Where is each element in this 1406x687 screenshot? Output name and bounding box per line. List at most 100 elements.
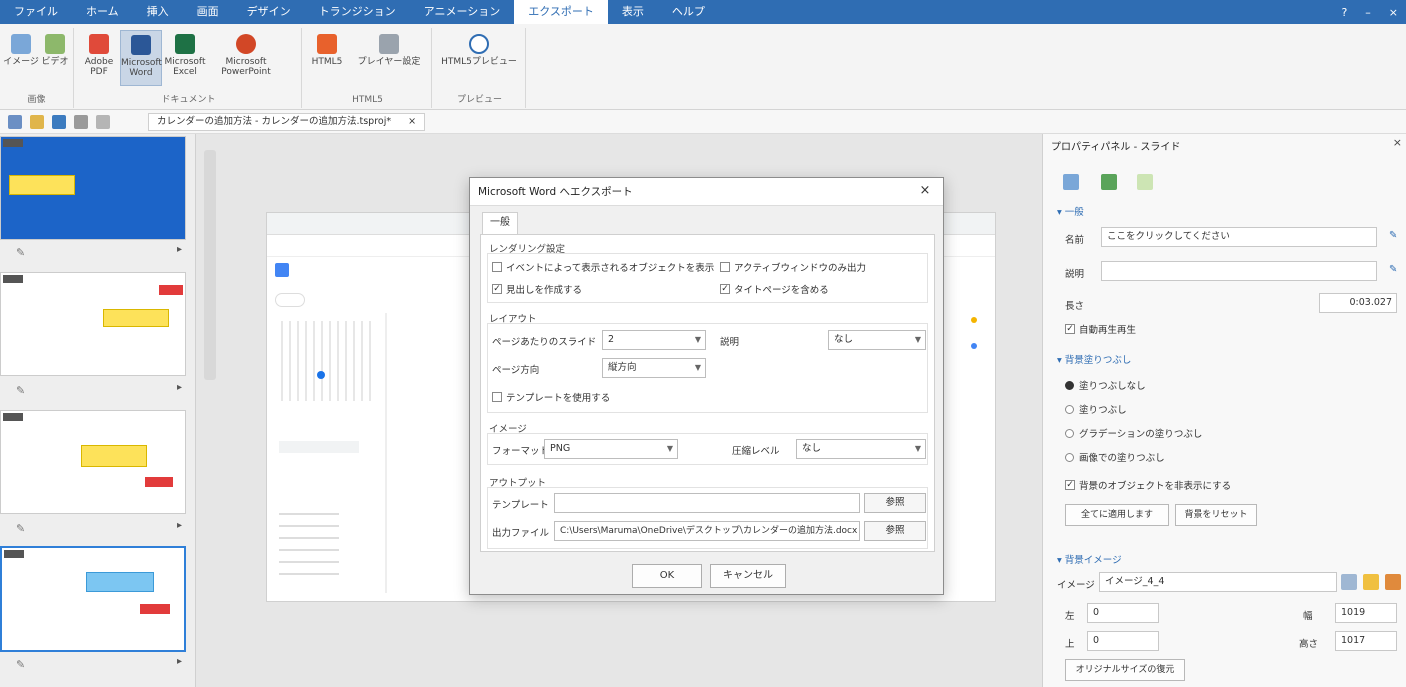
edit-icon[interactable]: ✎ (16, 246, 25, 259)
image-name-input[interactable]: イメージ_4_4 (1099, 572, 1337, 592)
background-image-header[interactable]: ▾ 背景イメージ (1057, 552, 1122, 566)
export-video-button[interactable]: ビデオ (34, 30, 76, 86)
background-properties-icon[interactable] (1101, 174, 1117, 190)
ok-button[interactable]: OK (632, 564, 702, 588)
active-window-only-checkbox[interactable]: アクティブウィンドウのみ出力 (720, 260, 866, 274)
redo-icon[interactable] (96, 114, 110, 129)
menu-tab-help[interactable]: ヘルプ (658, 0, 719, 24)
document-tab[interactable]: カレンダーの追加方法 - カレンダーの追加方法.tsproj* × (148, 113, 426, 131)
export-word-button[interactable]: Microsoft Word (120, 30, 162, 86)
menu-tab-design[interactable]: デザイン (233, 0, 305, 24)
orientation-select[interactable]: 縦方向 ▼ (602, 358, 706, 378)
restore-original-size-button[interactable]: オリジナルサイズの復元 (1065, 659, 1185, 681)
height-stepper[interactable]: 1017 (1335, 631, 1397, 651)
reset-background-button[interactable]: 背景をリセット (1175, 504, 1257, 526)
menu-tab-view[interactable]: 表示 (608, 0, 658, 24)
edit-icon[interactable]: ✎ (16, 658, 25, 671)
image-open-folder-icon[interactable] (1363, 574, 1379, 590)
export-powerpoint-button[interactable]: Microsoft PowerPoint (216, 30, 276, 86)
use-template-checkbox[interactable]: テンプレートを使用する (492, 390, 610, 404)
close-window-icon[interactable]: × (1389, 6, 1398, 19)
expand-arrow-icon[interactable]: ▸ (177, 382, 182, 393)
width-stepper[interactable]: 1019 (1335, 603, 1397, 623)
export-excel-button[interactable]: Microsoft Excel (164, 30, 206, 86)
edit-icon[interactable]: ✎ (16, 522, 25, 535)
export-html5-button[interactable]: HTML5 (306, 30, 348, 86)
video-icon (45, 34, 65, 54)
expand-arrow-icon[interactable]: ▸ (177, 244, 182, 255)
compression-select[interactable]: なし ▼ (796, 439, 926, 459)
canvas-scrollbar[interactable] (204, 150, 216, 380)
document-tab-close-icon[interactable]: × (408, 116, 416, 127)
side-icon (971, 317, 977, 323)
layout-properties-icon[interactable] (1137, 174, 1153, 190)
help-icon[interactable]: ? (1341, 6, 1347, 19)
template-path-input[interactable] (554, 493, 860, 513)
export-pdf-button[interactable]: Adobe PDF (78, 30, 120, 86)
duration-stepper[interactable]: 0:03.027 (1319, 293, 1397, 313)
properties-close-icon[interactable]: × (1393, 136, 1402, 149)
image-remove-icon[interactable] (1385, 574, 1401, 590)
word-icon (131, 35, 151, 55)
image-edit-icon[interactable] (1341, 574, 1357, 590)
dialog-close-icon[interactable]: × (917, 184, 933, 200)
slide-thumbnail[interactable] (0, 272, 186, 376)
html5-preview-button[interactable]: HTML5プレビュー (438, 30, 520, 86)
slide-thumbnail[interactable] (0, 410, 186, 514)
orientation-label: ページ方向 (492, 365, 540, 376)
notes-select[interactable]: なし ▼ (828, 330, 926, 350)
top-stepper[interactable]: 0 (1087, 631, 1159, 651)
hide-background-objects-checkbox[interactable]: ✓ 背景のオブジェクトを非表示にする (1065, 478, 1231, 492)
tab-general[interactable]: 一般 (482, 212, 518, 234)
checkbox-box-checked: ✓ (1065, 324, 1075, 334)
menu-tab-insert[interactable]: 挿入 (133, 0, 183, 24)
new-icon[interactable] (8, 114, 22, 129)
edit-name-icon[interactable]: ✎ (1389, 230, 1401, 244)
open-icon[interactable] (30, 114, 44, 129)
menu-tab-transition[interactable]: トランジション (305, 0, 410, 24)
minimize-icon[interactable]: – (1365, 6, 1371, 19)
undo-icon[interactable] (74, 114, 88, 129)
player-settings-button[interactable]: プレイヤー設定 (352, 30, 426, 86)
ribbon-group-label: プレビュー (456, 95, 502, 105)
slide-thumbnail[interactable] (0, 136, 186, 240)
expand-arrow-icon[interactable]: ▸ (177, 520, 182, 531)
include-title-page-checkbox[interactable]: ✓ タイトページを含める (720, 282, 829, 296)
template-browse-button[interactable]: 参照 (864, 493, 926, 513)
create-headings-checkbox[interactable]: ✓ 見出しを作成する (492, 282, 582, 296)
fill-none-radio[interactable]: 塗りつぶしなし (1065, 378, 1146, 392)
radio-dot (1065, 428, 1074, 438)
background-fill-header[interactable]: ▾ 背景塗りつぶし (1057, 352, 1131, 366)
menu-tab-export[interactable]: エクスポート (514, 0, 608, 24)
menu-tab-screen[interactable]: 画面 (183, 0, 233, 24)
fill-solid-radio[interactable]: 塗りつぶし (1065, 402, 1127, 416)
slide-number-badge (3, 139, 23, 147)
red-label-shape (145, 477, 173, 487)
expand-arrow-icon[interactable]: ▸ (177, 656, 182, 667)
fill-gradient-radio[interactable]: グラデーションの塗りつぶし (1065, 426, 1202, 440)
description-input[interactable] (1101, 261, 1377, 281)
apply-to-all-button[interactable]: 全てに適用します (1065, 504, 1169, 526)
show-event-objects-checkbox[interactable]: イベントによって表示されるオブジェクトを表示 (492, 260, 714, 274)
fill-image-radio[interactable]: 画像での塗りつぶし (1065, 450, 1165, 464)
slide-thumbnail-selected[interactable] (0, 546, 186, 652)
left-stepper[interactable]: 0 (1087, 603, 1159, 623)
save-icon[interactable] (52, 114, 66, 129)
name-input[interactable]: ここをクリックしてください (1101, 227, 1377, 247)
menu-tab-file[interactable]: ファイル (0, 0, 72, 24)
duration-label: 長さ (1065, 301, 1085, 312)
thumbnail-meta: ✎ ▸ (0, 240, 186, 264)
output-file-input[interactable]: C:\Users\Maruma\OneDrive\デスクトップ\カレンダーの追加… (554, 521, 860, 541)
menu-tab-animation[interactable]: アニメーション (410, 0, 515, 24)
edit-icon[interactable]: ✎ (16, 384, 25, 397)
output-browse-button[interactable]: 参照 (864, 521, 926, 541)
edit-description-icon[interactable]: ✎ (1389, 264, 1401, 278)
menu-tab-home[interactable]: ホーム (72, 0, 133, 24)
autoplay-checkbox[interactable]: ✓ 自動再生再生 (1065, 322, 1136, 336)
ribbon-group-document: Adobe PDF Microsoft Word Microsoft Excel… (76, 28, 302, 108)
slide-properties-icon[interactable] (1063, 174, 1079, 190)
cancel-button[interactable]: キャンセル (710, 564, 786, 588)
general-section-header[interactable]: ▾ 一般 (1057, 204, 1084, 218)
format-select[interactable]: PNG ▼ (544, 439, 678, 459)
slides-per-page-select[interactable]: 2 ▼ (602, 330, 706, 350)
